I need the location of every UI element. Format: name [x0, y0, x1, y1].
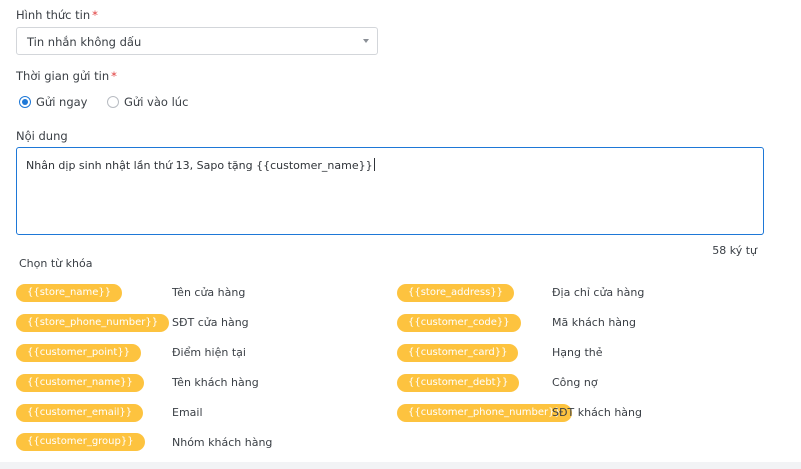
sms-form-panel: Hình thức tin * Tin nhắn không dấu Thời g… [0, 0, 801, 462]
keyword-desc-customer-email: Email [172, 406, 203, 419]
keyword-tag-customer-group[interactable]: {{customer_group}} [16, 433, 145, 451]
send-now-radio-option[interactable]: Gửi ngay [19, 95, 88, 109]
text-cursor [373, 158, 375, 171]
keyword-tag-customer-code[interactable]: {{customer_code}} [397, 314, 521, 332]
keyword-desc-customer-debt: Công nợ [552, 376, 598, 389]
keyword-tag-store-address[interactable]: {{store_address}} [397, 284, 515, 302]
send-later-radio[interactable] [107, 96, 119, 108]
keyword-tag-store-name[interactable]: {{store_name}} [16, 284, 123, 302]
keyword-desc-customer-phone-number: SĐT khách hàng [552, 406, 642, 419]
send-now-label: Gửi ngay [36, 95, 88, 109]
char-counter: 58 ký tự [712, 244, 757, 257]
send-time-label-text: Thời gian gửi tin [16, 69, 110, 83]
keyword-tag-store-phone-number[interactable]: {{store_phone_number}} [16, 314, 170, 332]
keyword-desc-store-address: Địa chỉ cửa hàng [552, 286, 645, 299]
message-type-value: Tin nhắn không dấu [27, 35, 142, 49]
keyword-tag-customer-debt[interactable]: {{customer_debt}} [397, 374, 520, 392]
message-type-select[interactable]: Tin nhắn không dấu [16, 27, 378, 55]
keyword-desc-customer-card: Hạng thẻ [552, 346, 603, 359]
keywords-title: Chọn từ khóa [19, 257, 93, 270]
keyword-tag-customer-email[interactable]: {{customer_email}} [16, 404, 144, 422]
content-textarea[interactable]: Nhân dịp sinh nhật lần thứ 13, Sapo tặng… [16, 147, 764, 235]
keyword-desc-store-phone-number: SĐT cửa hàng [172, 316, 249, 329]
required-mark: * [111, 69, 117, 83]
keyword-tag-customer-point[interactable]: {{customer_point}} [16, 344, 142, 362]
keyword-desc-customer-code: Mã khách hàng [552, 316, 636, 329]
send-time-label: Thời gian gửi tin * [16, 69, 117, 83]
keyword-desc-customer-group: Nhóm khách hàng [172, 436, 273, 449]
keyword-tag-customer-name[interactable]: {{customer_name}} [16, 374, 144, 392]
keyword-tag-customer-card[interactable]: {{customer_card}} [397, 344, 519, 362]
keyword-desc-customer-point: Điểm hiện tại [172, 346, 246, 359]
send-later-radio-option[interactable]: Gửi vào lúc [107, 95, 188, 109]
content-label: Nội dung [16, 129, 68, 143]
send-later-label: Gửi vào lúc [124, 95, 189, 109]
keyword-desc-store-name: Tên cửa hàng [172, 286, 246, 299]
chevron-down-icon [363, 39, 369, 43]
keyword-desc-customer-name: Tên khách hàng [172, 376, 259, 389]
message-type-label-text: Hình thức tin [16, 8, 91, 22]
keyword-tag-customer-phone-number[interactable]: {{customer_phone_number}} [397, 404, 572, 422]
message-type-label: Hình thức tin * [16, 8, 98, 22]
content-text: Nhân dịp sinh nhật lần thứ 13, Sapo tặng… [26, 158, 375, 172]
required-mark: * [92, 8, 98, 22]
send-now-radio[interactable] [19, 96, 31, 108]
content-value: Nhân dịp sinh nhật lần thứ 13, Sapo tặng… [26, 159, 373, 172]
